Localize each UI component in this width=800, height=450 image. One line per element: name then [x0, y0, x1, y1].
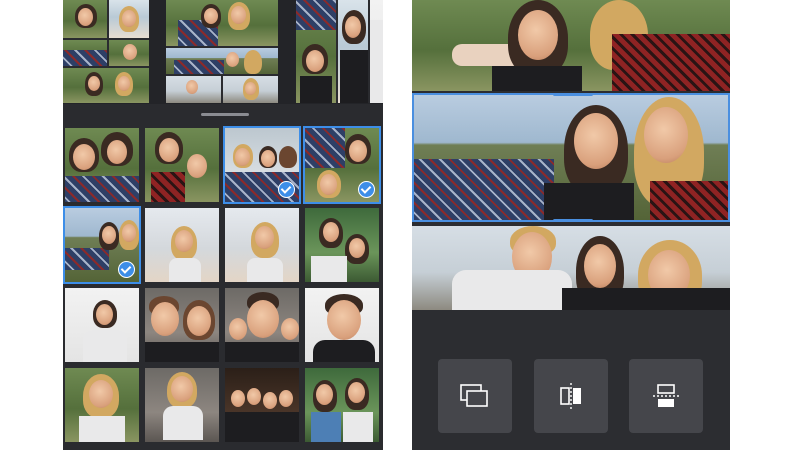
photo-picker-screen — [63, 0, 383, 450]
photo-grid — [63, 126, 383, 444]
selected-checkmark-icon — [358, 181, 375, 198]
photo-tile[interactable] — [63, 286, 141, 364]
photo-tile[interactable] — [143, 366, 221, 444]
layout-cell — [166, 48, 278, 74]
photo-tile-selected[interactable] — [303, 126, 381, 204]
collage-cell-bottom[interactable] — [412, 226, 730, 310]
photo-tile[interactable] — [223, 206, 301, 284]
selected-checkmark-icon — [118, 261, 135, 278]
collage-cell-top[interactable] — [412, 0, 730, 91]
layout-cell — [63, 0, 107, 38]
selected-checkmark-icon — [278, 181, 295, 198]
photo-tile[interactable] — [303, 286, 381, 364]
photo-tile[interactable] — [223, 366, 301, 444]
collage-cell-middle-selected[interactable] — [412, 93, 730, 222]
layout-cell — [63, 68, 149, 103]
layout-cell — [166, 0, 278, 46]
photo-tile[interactable] — [143, 286, 221, 364]
layout-cell — [166, 76, 221, 103]
layout-cell — [296, 0, 336, 103]
photo-tile[interactable] — [63, 366, 141, 444]
collage-editor-screen — [412, 0, 730, 450]
layout-cell — [63, 40, 107, 66]
photo-tile[interactable] — [303, 206, 381, 284]
photo-tile[interactable] — [143, 126, 221, 204]
photo-tile[interactable] — [223, 286, 301, 364]
photo-tile[interactable] — [303, 366, 381, 444]
photo-tile[interactable] — [63, 126, 141, 204]
mirror-icon — [560, 383, 581, 409]
layout-option-grid-6[interactable] — [63, 0, 149, 103]
resize-handle-bottom[interactable] — [553, 219, 593, 220]
replace-button[interactable] — [438, 359, 512, 433]
photo-tile-selected[interactable] — [223, 126, 301, 204]
layout-cell — [109, 0, 149, 38]
flip-button[interactable] — [629, 359, 703, 433]
layout-cell — [370, 0, 383, 103]
resize-handle-top[interactable] — [553, 95, 593, 96]
layout-cell — [338, 0, 368, 103]
photo-tile-selected[interactable] — [63, 206, 141, 284]
photo-tile[interactable] — [143, 206, 221, 284]
layout-picker — [63, 0, 383, 104]
layout-cell — [223, 76, 278, 103]
layout-option-grid-5[interactable] — [166, 0, 278, 103]
editor-toolbar — [412, 312, 730, 450]
replace-icon — [460, 384, 488, 407]
layout-option-columns-3[interactable] — [296, 0, 383, 103]
flip-icon — [653, 384, 679, 407]
mirror-button[interactable] — [534, 359, 608, 433]
layout-cell — [109, 40, 149, 66]
drawer-drag-handle[interactable] — [201, 113, 249, 116]
